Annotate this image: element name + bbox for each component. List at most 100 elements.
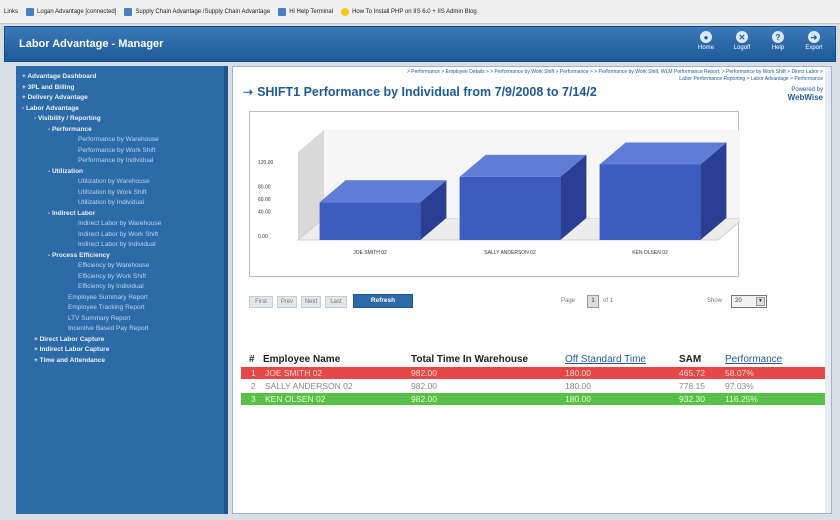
chart-svg: 0.00 40.00 60.00 80.00 120.00 JOE SMITH 02 SAL… (258, 130, 740, 256)
app-header: Labor Advantage - Manager ● Home ✕ Logoff? H… (4, 26, 836, 62)
col-num: # (249, 354, 255, 365)
last-page-button[interactable]: Last (325, 296, 347, 308)
sidebar-item[interactable]: + Direct Labor Capture (16, 335, 224, 346)
sidebar-item[interactable]: Indirect Labor by Work Shift (16, 230, 224, 241)
arrow-right-icon: ➝ (243, 85, 254, 99)
row-sam: 778.15 (679, 381, 705, 391)
sidebar-item[interactable]: Performance by Individual (16, 156, 224, 167)
row-num: 3 (251, 394, 256, 404)
col-off-standard-time[interactable]: Off Standard Time (565, 354, 665, 365)
sidebar-item[interactable]: Efficiency by Individual (16, 282, 224, 293)
link-label: Logan Advantage [connected] (37, 8, 117, 15)
show-count-value: 20 (735, 298, 742, 304)
breadcrumb[interactable]: > Performance > Employee Details > > Per… (403, 69, 823, 82)
show-count-select[interactable]: 20 ▼ (731, 295, 767, 308)
link-item[interactable]: Supply Chain Advantage /Supply Chain Adv… (124, 7, 271, 16)
row-num: 1 (251, 368, 256, 378)
sidebar-item[interactable]: + Advantage Dashboard (16, 72, 224, 83)
link-item[interactable]: Links (4, 9, 18, 15)
sidebar-item[interactable]: Efficiency by Work Shift (16, 272, 224, 283)
header-button-logoff[interactable]: ✕ Logoff (725, 29, 759, 59)
sidebar-item[interactable]: Indirect Labor by Warehouse (16, 219, 224, 230)
sidebar-item[interactable]: + Indirect Labor Capture (16, 345, 224, 356)
header-button-help[interactable]: ? Help (761, 29, 795, 59)
sidebar-item[interactable]: - Process Efficiency (16, 251, 224, 262)
page-label: Page (561, 298, 576, 304)
col-total-time: Total Time In Warehouse (411, 354, 529, 365)
row-performance: 116.25% (725, 394, 758, 404)
table-row[interactable]: 2 SALLY ANDERSON 02 982.00 180.00 778.15 97.0… (241, 380, 825, 393)
table-header: # Employee Name Total Time In Warehouse … (241, 335, 825, 367)
row-employee-name[interactable]: SALLY ANDERSON 02 (265, 381, 353, 391)
header-button-label: Logoff (733, 45, 751, 51)
page-number-input[interactable]: 1 (587, 295, 599, 308)
x-tick-label: JOE SMITH 02 (353, 250, 387, 256)
prev-page-button[interactable]: Prev (277, 296, 297, 308)
sidebar-item[interactable]: + Delivery Advantage (16, 93, 224, 104)
sidebar-scroll-thumb[interactable] (224, 72, 228, 412)
link-item[interactable]: How To Install PHP on IIS 6.0 + IIS Admi… (341, 7, 477, 16)
x-tick-label: KEN OLSEN 02 (632, 250, 668, 256)
sidebar-item[interactable]: Utilization by Warehouse (16, 177, 224, 188)
sidebar-item[interactable]: Utilization by Work Shift (16, 188, 224, 199)
sidebar-item[interactable]: - Labor Advantage (16, 104, 224, 115)
col-performance[interactable]: Performance (725, 354, 782, 365)
next-page-button[interactable]: Next (301, 296, 321, 308)
pager-bar: First Prev Next Last Refresh Page 1 of 1… (249, 293, 819, 311)
sidebar-item[interactable]: - Indirect Labor (16, 209, 224, 220)
row-total-time: 982.00 (411, 368, 437, 378)
star-icon (341, 7, 350, 16)
first-page-button[interactable]: First (249, 296, 273, 308)
sidebar-item[interactable]: + 3PL and Billing (16, 83, 224, 94)
refresh-button[interactable]: Refresh (353, 294, 413, 308)
x-tick-label: SALLY ANDERSON 02 (484, 250, 536, 256)
row-employee-name[interactable]: KEN OLSEN 02 (265, 394, 325, 404)
sidebar-item[interactable]: Indirect Labor by Individual (16, 240, 224, 251)
links-toolbar: Links Logan Advantage [connected] Supply C… (0, 0, 840, 24)
link-item[interactable]: Hi Help Terminal (278, 7, 333, 16)
sidebar-scrollbar[interactable] (224, 66, 228, 514)
sidebar-item[interactable]: Efficiency by Warehouse (16, 261, 224, 272)
header-button-export[interactable]: ➜ Export (797, 29, 831, 59)
sidebar-item[interactable]: - Utilization (16, 167, 224, 178)
table-body: 1 JOE SMITH 02 982.00 180.00 465.72 58.07% 2 SA… (241, 367, 825, 406)
performance-table: # Employee Name Total Time In Warehouse … (241, 335, 825, 406)
row-total-time: 982.00 (411, 394, 437, 404)
y-tick-label: 80.00 (258, 185, 271, 191)
row-employee-name[interactable]: JOE SMITH 02 (265, 368, 322, 378)
link-label: Supply Chain Advantage /Supply Chain Adv… (135, 8, 271, 15)
sidebar-item[interactable]: Employee Tracking Report (16, 303, 224, 314)
sidebar-item[interactable]: - Performance (16, 125, 224, 136)
col-sam: SAM (679, 354, 702, 365)
row-performance: 58.07% (725, 368, 754, 378)
y-tick-label: 40.00 (258, 209, 271, 215)
main-scrollbar[interactable] (825, 67, 831, 513)
page-title: ➝ SHIFT1 Performance by Individual from … (243, 85, 597, 99)
home-icon: ● (700, 31, 712, 43)
row-performance: 97.03% (725, 381, 754, 391)
link-item[interactable]: Logan Advantage [connected] (26, 7, 117, 16)
main-panel: > Performance > Employee Details > > Per… (232, 66, 832, 514)
link-label: Links (4, 8, 19, 15)
sidebar-item[interactable]: Incentive Based Pay Report (16, 324, 224, 335)
sidebar-item[interactable]: Performance by Warehouse (16, 135, 224, 146)
chevron-down-icon[interactable]: ▼ (756, 297, 765, 306)
sidebar-item[interactable]: + Time and Attendance (16, 356, 224, 367)
table-row[interactable]: 3 KEN OLSEN 02 982.00 180.00 932.30 116.25% (241, 393, 825, 406)
y-tick-label: 120.00 (258, 160, 274, 166)
page-icon (278, 7, 287, 16)
header-button-home[interactable]: ● Home (689, 29, 723, 59)
sidebar-item[interactable]: - Visibility / Reporting (16, 114, 224, 125)
sidebar-item[interactable]: Utilization by Individual (16, 198, 224, 209)
row-off-standard: 180.00 (565, 394, 591, 404)
table-row[interactable]: 1 JOE SMITH 02 982.00 180.00 465.72 58.07% (241, 367, 825, 380)
y-tick-label: 60.00 (258, 197, 271, 203)
app-title: Labor Advantage - Manager (19, 38, 164, 50)
sidebar-item[interactable]: Performance by Work Shift (16, 146, 224, 157)
sidebar-item[interactable]: Employee Summary Report (16, 293, 224, 304)
header-button-label: Help (771, 45, 785, 51)
show-label: Show (707, 298, 723, 304)
link-label: How To Install PHP on IIS 6.0 + IIS Admi… (352, 8, 477, 15)
sidebar-item[interactable]: LTV Summary Report (16, 314, 224, 325)
header-button-label: Export (805, 45, 823, 51)
